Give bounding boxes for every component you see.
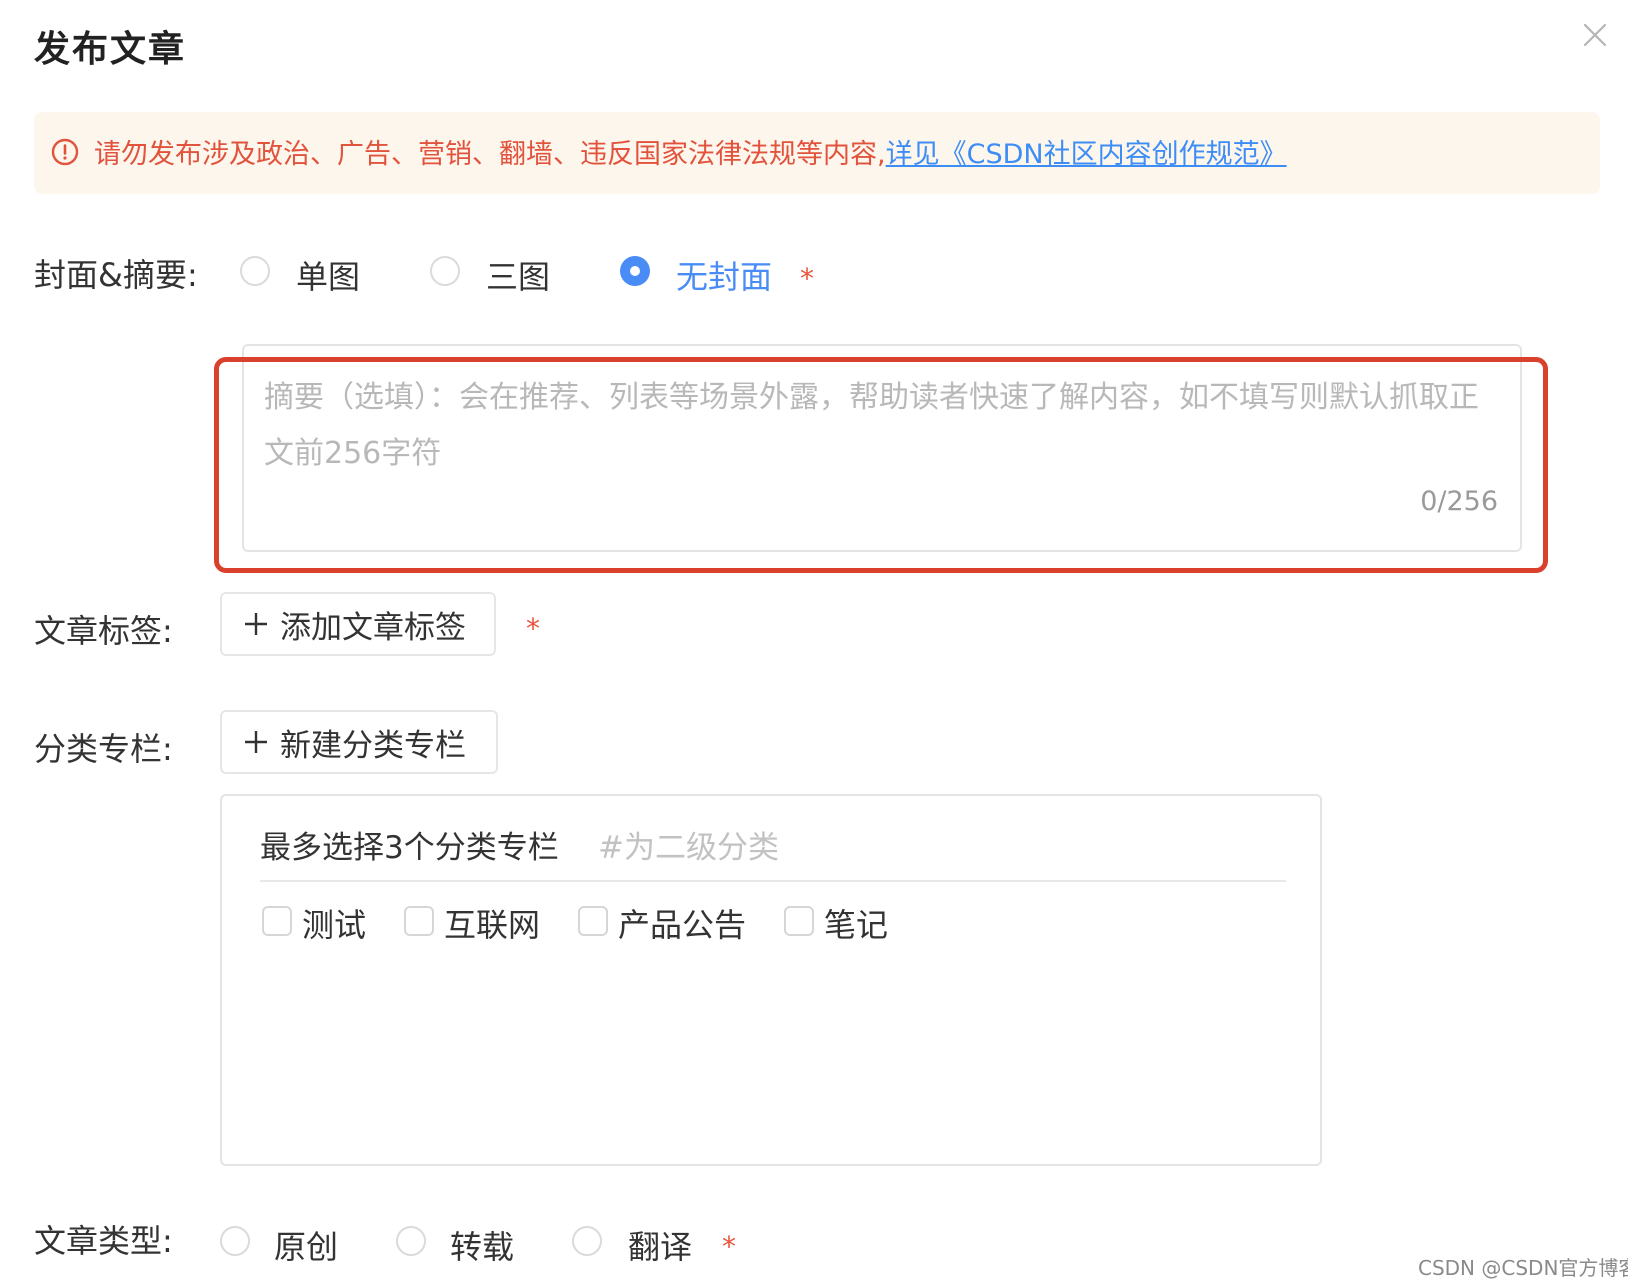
radio-three-images[interactable] bbox=[430, 256, 460, 286]
guidelines-link[interactable]: 详见《CSDN社区内容创作规范》 bbox=[886, 139, 1287, 170]
checkbox-category-test-label[interactable]: 测试 bbox=[302, 900, 366, 946]
radio-repost-label[interactable]: 转载 bbox=[450, 1222, 514, 1268]
checkbox-category-notes[interactable] bbox=[784, 906, 814, 936]
radio-no-cover-label[interactable]: 无封面 bbox=[676, 252, 772, 298]
radio-single-image[interactable] bbox=[240, 256, 270, 286]
category-selector: 最多选择3个分类专栏 #为二级分类 测试 互联网 产品公告 笔记 bbox=[220, 794, 1322, 1166]
category-box-hint: #为二级分类 bbox=[598, 830, 779, 866]
required-mark: * bbox=[526, 612, 540, 645]
plus-icon bbox=[242, 610, 270, 638]
required-mark: * bbox=[800, 262, 814, 295]
checkbox-category-announcement[interactable] bbox=[578, 906, 608, 936]
notice-banner: 请勿发布涉及政治、广告、营销、翻墙、违反国家法律法规等内容,详见《CSDN社区内… bbox=[34, 112, 1600, 194]
add-tag-button[interactable]: 添加文章标签 bbox=[220, 592, 496, 656]
notice-text: 请勿发布涉及政治、广告、营销、翻墙、违反国家法律法规等内容,详见《CSDN社区内… bbox=[94, 132, 1287, 171]
new-category-label: 新建分类专栏 bbox=[280, 727, 466, 764]
checkbox-category-test[interactable] bbox=[262, 906, 292, 936]
checkbox-category-internet[interactable] bbox=[404, 906, 434, 936]
summary-textarea[interactable]: 摘要（选填）：会在推荐、列表等场景外露，帮助读者快速了解内容，如不填写则默认抓取… bbox=[242, 344, 1522, 552]
add-tag-label: 添加文章标签 bbox=[280, 609, 466, 646]
summary-placeholder: 摘要（选填）：会在推荐、列表等场景外露，帮助读者快速了解内容，如不填写则默认抓取… bbox=[264, 380, 1479, 471]
warning-circle-icon bbox=[51, 138, 79, 166]
checkbox-category-announcement-label[interactable]: 产品公告 bbox=[618, 900, 746, 946]
article-type-label: 文章类型: bbox=[34, 1222, 173, 1260]
new-category-button[interactable]: 新建分类专栏 bbox=[220, 710, 498, 774]
category-box-title: 最多选择3个分类专栏 bbox=[260, 830, 559, 866]
tags-label: 文章标签: bbox=[34, 612, 173, 650]
watermark: CSDN @CSDN官方博客 bbox=[1418, 1256, 1628, 1280]
summary-char-counter: 0/256 bbox=[1420, 486, 1498, 517]
close-icon[interactable] bbox=[1578, 18, 1612, 52]
radio-translation-label[interactable]: 翻译 bbox=[628, 1222, 692, 1268]
radio-three-images-label[interactable]: 三图 bbox=[486, 252, 550, 298]
notice-message: 请勿发布涉及政治、广告、营销、翻墙、违反国家法律法规等内容, bbox=[94, 139, 886, 170]
radio-translation[interactable] bbox=[572, 1226, 602, 1256]
checkbox-category-internet-label[interactable]: 互联网 bbox=[444, 900, 540, 946]
radio-repost[interactable] bbox=[396, 1226, 426, 1256]
radio-single-image-label[interactable]: 单图 bbox=[296, 252, 360, 298]
divider bbox=[260, 880, 1286, 882]
radio-original[interactable] bbox=[220, 1226, 250, 1256]
radio-original-label[interactable]: 原创 bbox=[274, 1222, 338, 1268]
cover-summary-label: 封面&摘要: bbox=[34, 256, 198, 294]
plus-icon bbox=[242, 728, 270, 756]
required-mark: * bbox=[722, 1230, 736, 1263]
category-label: 分类专栏: bbox=[34, 730, 173, 768]
checkbox-category-notes-label[interactable]: 笔记 bbox=[824, 900, 888, 946]
radio-no-cover[interactable] bbox=[620, 256, 650, 286]
dialog-title: 发布文章 bbox=[34, 29, 187, 70]
